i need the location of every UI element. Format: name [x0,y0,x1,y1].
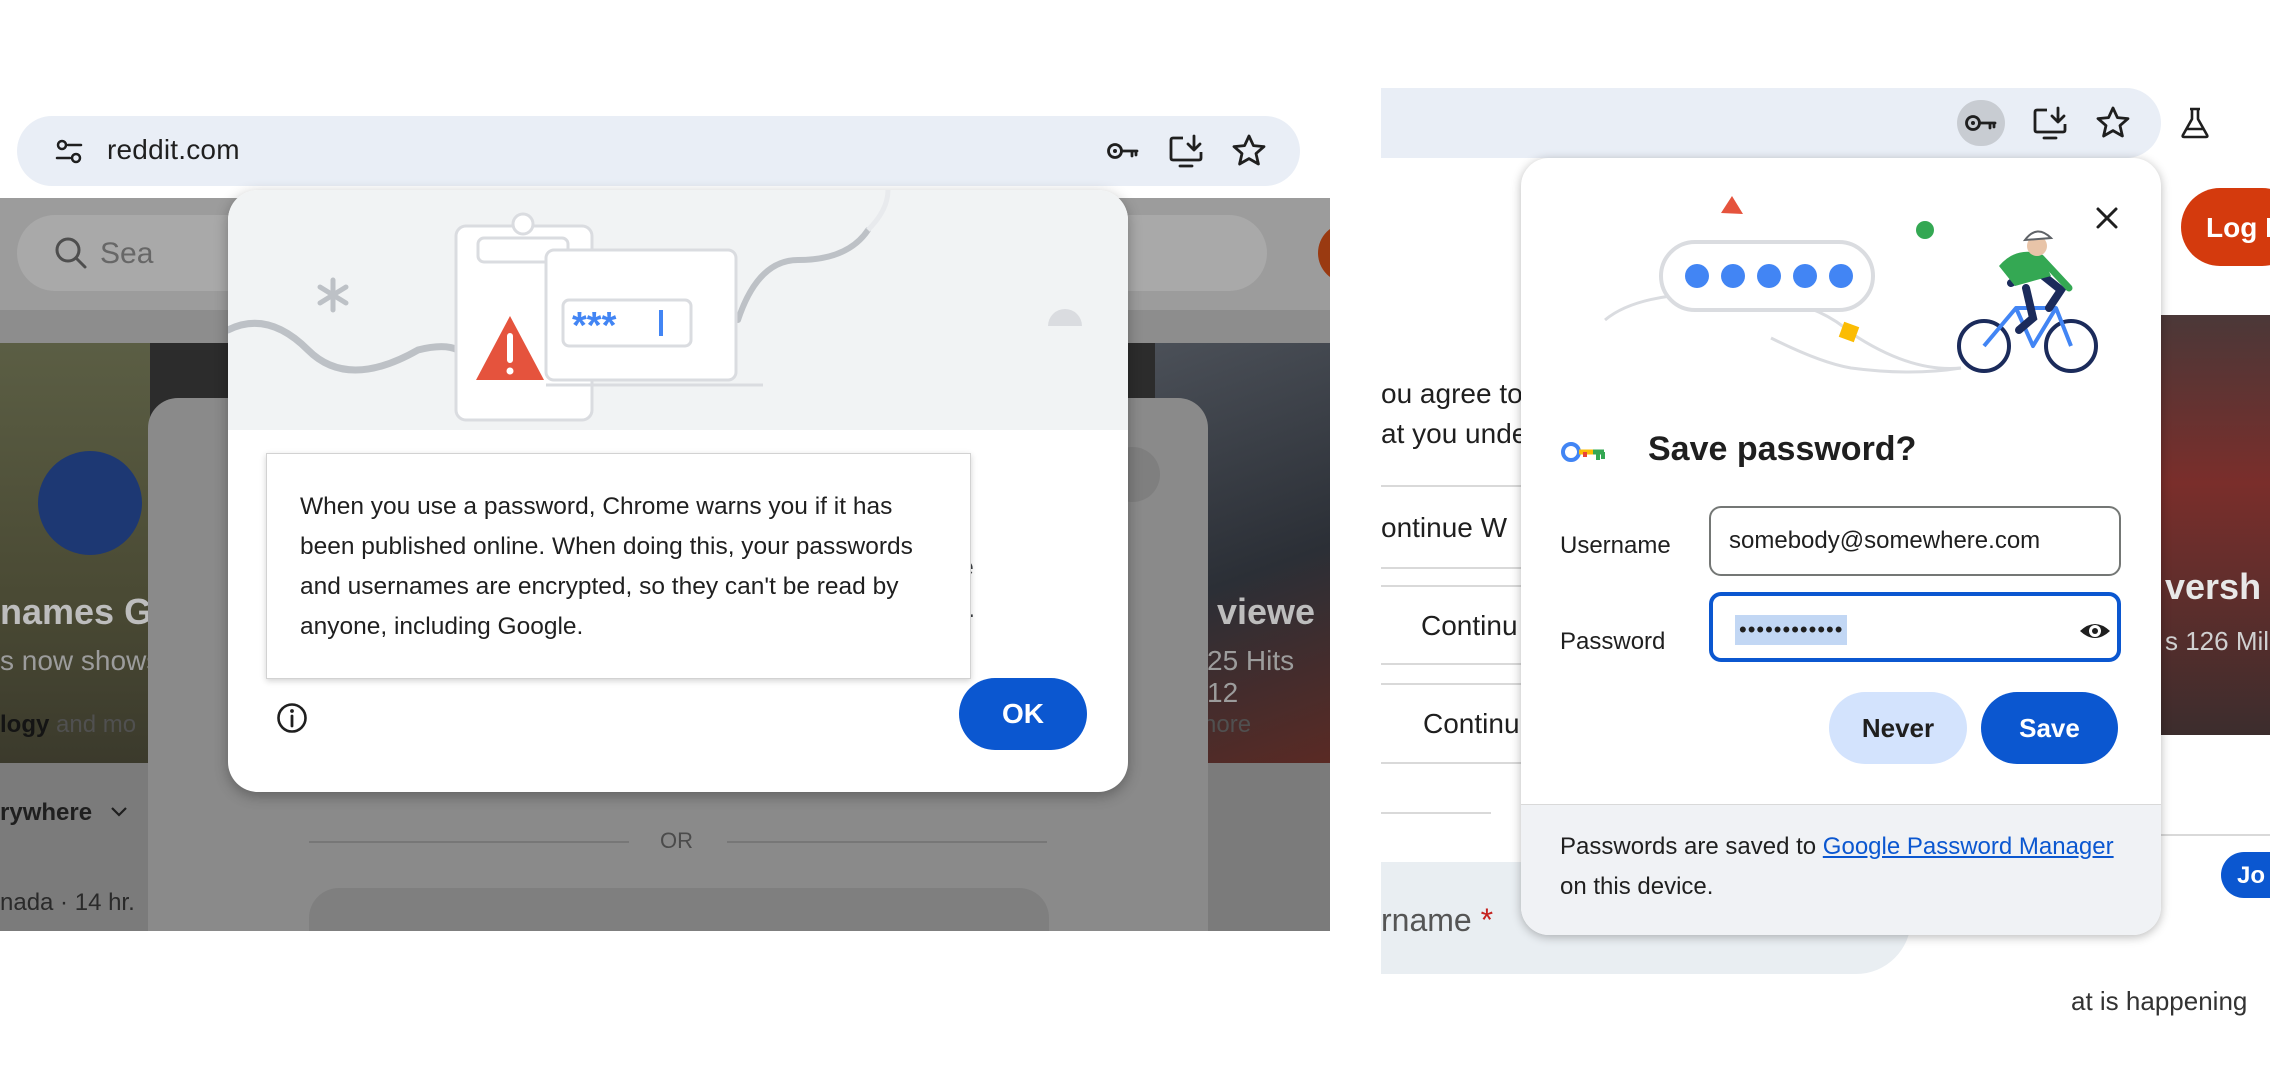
never-button[interactable]: Never [1829,692,1967,764]
username-label: Username [1560,532,1671,559]
login-label: Log I [2206,212,2270,243]
footer-text: Passwords are saved to Google Password M… [1560,833,2114,900]
save-button[interactable]: Save [1981,692,2118,764]
continue-option-2: Continu [1421,610,1518,641]
carousel-subtitle-left: s now shows [0,645,161,676]
divider [1381,485,1521,487]
divider [1381,585,1521,587]
omnibox[interactable]: reddit.com [17,116,1300,186]
search-placeholder: Sea [100,237,154,270]
show-password-icon[interactable] [2078,614,2112,648]
terms-line-2: at you unde [1381,418,1528,449]
labs-flask-icon[interactable] [2176,104,2214,142]
install-app-icon[interactable] [1167,132,1205,170]
password-key-icon[interactable] [1104,132,1142,170]
cyclist-illustration [1604,196,2098,374]
ok-button[interactable]: OK [959,678,1087,750]
continue-option-3: Continu [1423,708,1520,739]
chevron-down-icon [111,807,127,817]
right-panel: ou agree to at you unde ontinue W Contin… [1381,0,2270,1083]
bubble-footer: Passwords are saved to Google Password M… [1521,804,2161,935]
news-photo-title: versh [2165,566,2262,607]
divider [1381,663,1521,665]
carousel-meta-left-2: and mo [56,711,137,738]
tooltip-text: When you use a password, Chrome warns yo… [300,493,913,640]
join-label: Jo [2237,862,2266,889]
carousel-subtitle-right: 25 Hits 12 [1207,645,1295,708]
password-key-icon[interactable] [1962,104,2000,142]
news-photo [2160,315,2270,735]
or-divider-line [1381,812,1491,814]
divider [1381,683,1521,685]
continue-with-google: ontinue W [1381,512,1508,543]
divider [1381,762,1521,764]
install-app-icon[interactable] [2031,104,2069,142]
password-key-chip[interactable] [1957,100,2005,146]
close-icon[interactable] [2089,200,2125,236]
feed-snippet: at is happening [2071,986,2248,1016]
left-panel: reddit.com Sea names G s now shows logy … [0,0,1330,1083]
password-value[interactable]: •••••••••••• [1735,615,1848,645]
save-password-bubble: Save password? Username Password •••••••… [1521,158,2161,935]
leak-warning-illustration: *** [228,190,1082,422]
news-photo-subtitle: s 126 Mil [2165,626,2270,656]
username-field-label: rname * [1381,902,1494,938]
password-input[interactable]: •••••••••••• [1709,592,2121,662]
google-password-manager-icon [1561,442,1605,462]
terms-line-1: ou agree to [1381,378,1523,409]
bookmark-star-icon[interactable] [2094,104,2132,142]
carousel-title-right: l viewe [1197,591,1316,632]
or-divider-text: OR [660,828,693,853]
divider [1381,567,1521,569]
divider-left [309,841,629,843]
username-input[interactable] [1709,506,2121,576]
carousel-title-left: names G [0,591,153,632]
search-icon [55,237,87,269]
carousel-avatar [38,451,142,555]
post-meta: nada · 14 hr. [0,889,135,916]
bookmark-star-icon[interactable] [1230,132,1268,170]
password-checkup-dialog: *** le y. When you use a password, Chrom… [228,190,1128,792]
carousel-meta-left: logy [0,711,50,738]
password-label: Password [1560,628,1666,655]
info-icon[interactable] [274,700,310,736]
illustration-stars: *** [572,305,617,347]
dialog-title: Save password? [1648,430,1917,468]
google-password-manager-link[interactable]: Google Password Manager [1823,833,2114,860]
carousel-meta-right: nore [1203,711,1252,738]
sort-dropdown: rywhere [0,799,93,826]
divider-right [727,841,1047,843]
info-tooltip: When you use a password, Chrome warns yo… [266,453,971,679]
site-settings-icon[interactable] [53,136,85,168]
input-ghost [309,888,1049,931]
url-text[interactable]: reddit.com [107,134,240,166]
dialog-illustration: *** [228,190,1128,430]
